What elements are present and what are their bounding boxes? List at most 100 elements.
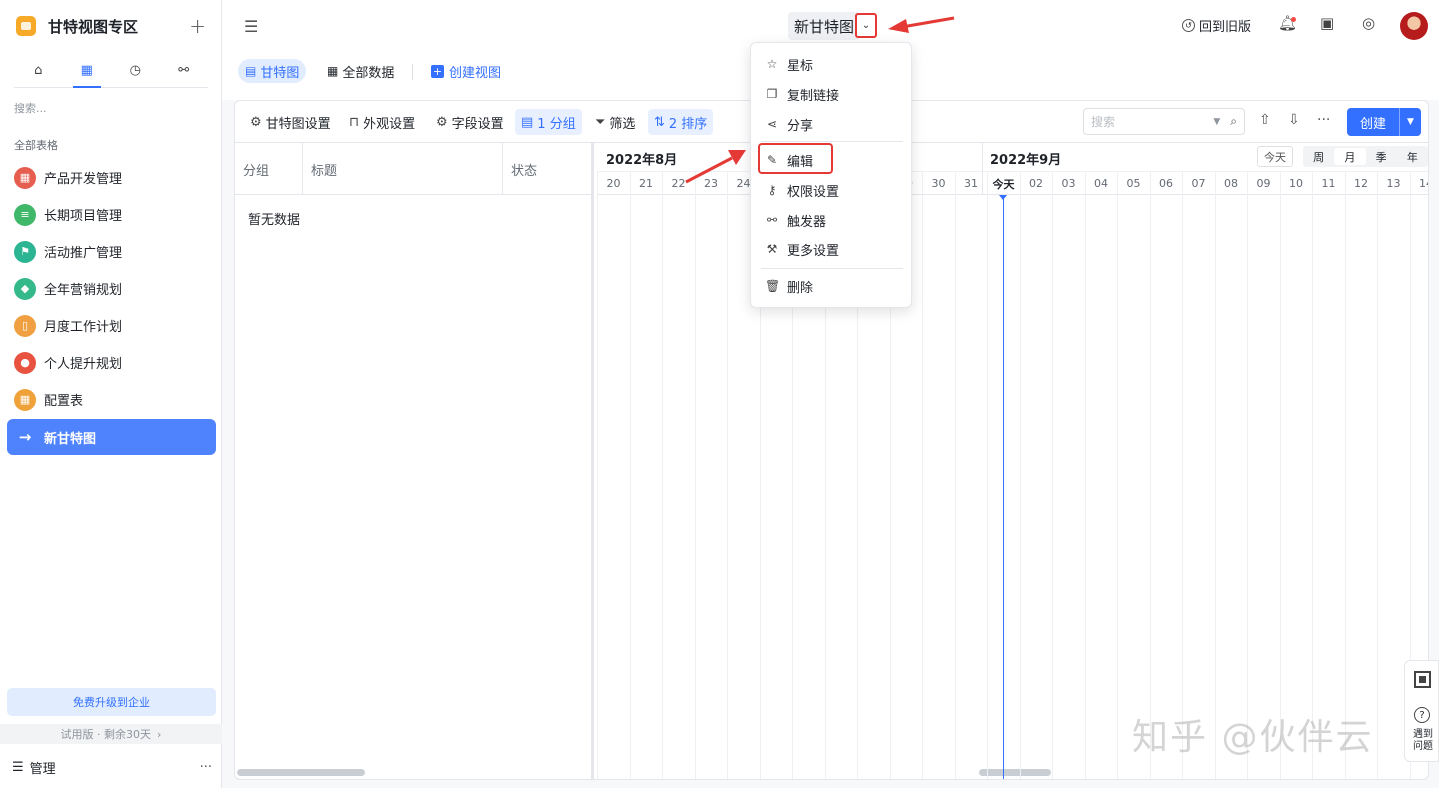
today-button[interactable]: 今天: [1257, 146, 1293, 167]
sidebar-item-long-term[interactable]: ≡ 长期项目管理: [7, 196, 216, 233]
month-row: 2022年8月 2022年9月 今天 周 月 季 年: [597, 143, 1428, 171]
compass-icon[interactable]: ◎: [1362, 14, 1375, 32]
home-icon: ⌂: [34, 63, 43, 78]
grid-line: [987, 195, 988, 779]
grid-line: [727, 195, 728, 779]
tab-all-data[interactable]: ▦ 全部数据: [320, 59, 401, 83]
key-icon: ⚷: [767, 183, 777, 197]
scale-week[interactable]: 周: [1303, 146, 1334, 167]
month-label: 2022年9月: [990, 153, 1062, 168]
column-header-title[interactable]: 标题: [303, 143, 503, 195]
task-grid: 分组 标题 状态 暂无数据: [235, 143, 594, 779]
menu-item-trigger[interactable]: ⚯ 触发器: [751, 207, 913, 233]
menu-item-star[interactable]: ☆ 星标: [751, 51, 913, 77]
tables-tab[interactable]: ▦: [63, 54, 112, 88]
grid-line: [922, 195, 923, 779]
search-placeholder: 搜索: [1091, 115, 1116, 129]
question-icon[interactable]: ?: [1414, 707, 1430, 723]
workspace-logo-icon: [16, 16, 36, 36]
sidebar-item-personal[interactable]: ● 个人提升规划: [7, 344, 216, 381]
create-view-button[interactable]: + 创建视图: [424, 59, 508, 83]
sidebar-item-promotion[interactable]: ⚑ 活动推广管理: [7, 233, 216, 270]
view-title[interactable]: 新甘特图: [788, 12, 861, 40]
group-button[interactable]: ▤ 1 分组: [515, 109, 582, 135]
more-icon[interactable]: ···: [1317, 112, 1330, 128]
chevron-down-icon[interactable]: ▼: [1213, 117, 1220, 127]
sidebar-item-monthly[interactable]: ▯ 月度工作计划: [7, 307, 216, 344]
sidebar-nav-tabs: ⌂ ▦ ◷ ⚯: [14, 54, 208, 88]
more-icon[interactable]: ···: [200, 760, 212, 775]
chevron-down-icon[interactable]: ⌄: [855, 13, 877, 38]
download-icon[interactable]: ⇩: [1288, 112, 1300, 128]
app: 甘特视图专区 + ⌂ ▦ ◷ ⚯ 搜索... 全部表格 ▦ 产品开发管理 ≡ 长…: [0, 0, 1439, 788]
day-cell: 22: [662, 172, 694, 195]
search-input[interactable]: 搜索 ▼ ⌕: [1083, 108, 1245, 135]
create-button[interactable]: 创建 ▼: [1347, 108, 1421, 136]
qrcode-icon[interactable]: [1414, 671, 1431, 688]
grid-line: [1149, 195, 1151, 779]
menu-item-label: 更多设置: [787, 243, 840, 259]
upload-icon[interactable]: ⇧: [1259, 112, 1271, 128]
chevron-down-icon[interactable]: ▼: [1399, 108, 1421, 136]
tab-gantt[interactable]: ▤ 甘特图: [238, 59, 307, 83]
table-icon: ▦: [14, 388, 36, 411]
help-label[interactable]: 遇到问题: [1410, 729, 1436, 753]
gantt-settings-button[interactable]: ⚙ 甘特图设置: [244, 109, 337, 135]
menu-item-more-settings[interactable]: ⚒ 更多设置: [751, 236, 913, 262]
month-label: 2022年8月: [606, 153, 678, 168]
field-settings-button[interactable]: ⚙ 字段设置: [430, 109, 510, 135]
share-icon: ⋖: [766, 117, 778, 131]
avatar[interactable]: [1400, 12, 1428, 40]
table-list: ▦ 产品开发管理 ≡ 长期项目管理 ⚑ 活动推广管理 ◆ 全年营销规划 ▯ 月度…: [7, 159, 216, 455]
button-label: 筛选: [609, 116, 636, 132]
briefcase-icon[interactable]: ▣: [1320, 14, 1334, 32]
timeline-scrollbar[interactable]: [979, 769, 1051, 776]
manage-button[interactable]: ☰ 管理 ···: [12, 756, 212, 778]
sidebar-item-label: 全年营销规划: [44, 283, 123, 298]
sidebar-search-input[interactable]: 搜索...: [14, 100, 47, 116]
back-to-old-button[interactable]: ↺ 回到旧版: [1182, 16, 1251, 35]
grid-line: [662, 195, 663, 779]
menu-item-share[interactable]: ⋖ 分享: [751, 111, 913, 137]
notification-dot: [1291, 17, 1296, 22]
grid-line: [597, 195, 598, 779]
add-icon[interactable]: +: [189, 14, 206, 38]
filter-button[interactable]: ⏷ 筛选: [589, 109, 641, 135]
appearance-settings-button[interactable]: ⊓ 外观设置: [343, 109, 421, 135]
menu-divider: [761, 141, 903, 142]
today-line: [1003, 195, 1005, 779]
search-icon[interactable]: ⌕: [1230, 114, 1237, 129]
sidebar-item-new-gantt[interactable]: → 新甘特图: [7, 419, 216, 455]
sort-button[interactable]: ⇅ 2 排序: [648, 109, 714, 135]
menu-item-permissions[interactable]: ⚷ 权限设置: [751, 177, 913, 203]
sort-icon: ⇅: [654, 114, 665, 130]
recent-tab[interactable]: ◷: [111, 54, 160, 87]
menu-item-copy-link[interactable]: ❐ 复制链接: [751, 81, 913, 107]
day-cell: 13: [1377, 172, 1409, 195]
day-cell-today: 今天: [987, 172, 1019, 195]
trial-label: 试用版 · 剩余30天: [60, 728, 152, 741]
sidebar-item-label: 新甘特图: [44, 431, 97, 447]
scale-month[interactable]: 月: [1334, 148, 1366, 165]
wrench-icon: ⚒: [766, 242, 778, 256]
button-label: 外观设置: [363, 116, 416, 132]
sidebar-item-marketing[interactable]: ◆ 全年营销规划: [7, 270, 216, 307]
menu-icon[interactable]: ☰: [244, 17, 258, 36]
workflow-tab[interactable]: ⚯: [160, 54, 209, 87]
menu-item-delete[interactable]: 🗑︎ 删除: [751, 273, 913, 299]
day-cell: 30: [922, 172, 954, 195]
sidebar-item-config[interactable]: ▦ 配置表: [7, 381, 216, 418]
scale-quarter[interactable]: 季: [1366, 146, 1397, 167]
column-header-status[interactable]: 状态: [503, 143, 591, 195]
sidebar-item-product-dev[interactable]: ▦ 产品开发管理: [7, 159, 216, 196]
menu-item-label: 触发器: [787, 214, 827, 230]
trigger-icon: ⚯: [766, 213, 778, 227]
column-header-group[interactable]: 分组: [235, 143, 303, 195]
horizontal-scrollbar[interactable]: [237, 769, 365, 776]
scale-year[interactable]: 年: [1397, 146, 1428, 167]
menu-item-label: 复制链接: [787, 88, 840, 104]
grid-line: [1214, 195, 1216, 779]
trial-info[interactable]: 试用版 · 剩余30天 ›: [0, 724, 222, 744]
upgrade-button[interactable]: 免费升级到企业: [7, 688, 216, 716]
home-tab[interactable]: ⌂: [14, 54, 63, 87]
